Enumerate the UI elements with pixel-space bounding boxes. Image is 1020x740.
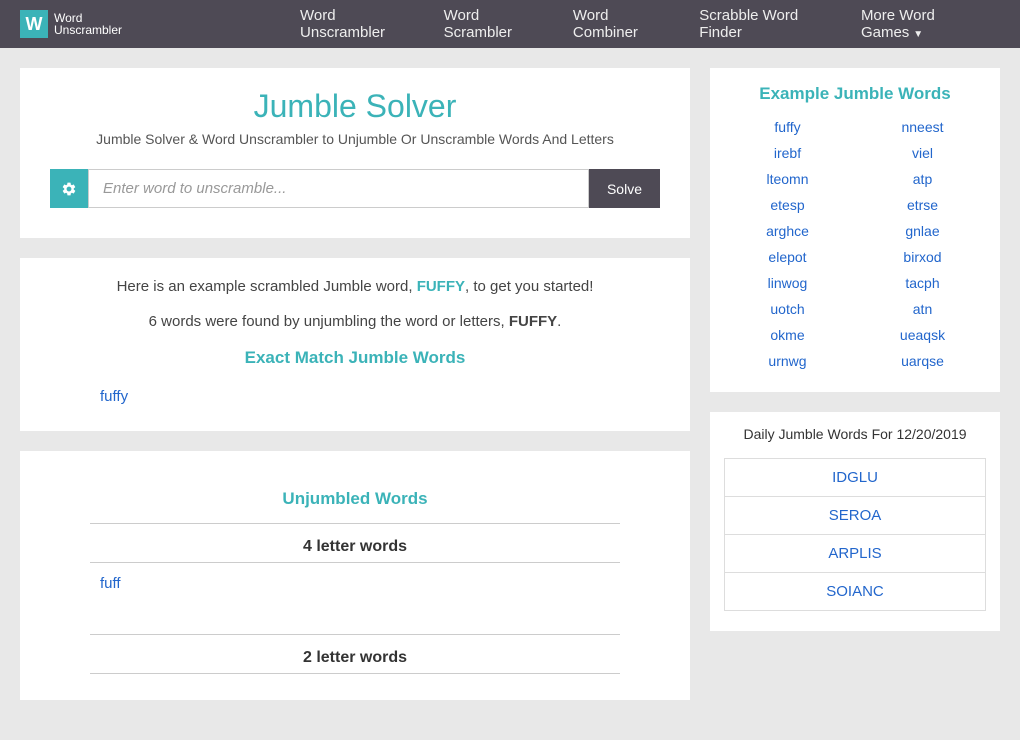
word-group-title: 2 letter words: [50, 649, 660, 667]
word-group-title: 4 letter words: [50, 538, 660, 556]
example-word[interactable]: okme: [724, 324, 851, 346]
example-word[interactable]: urnwg: [724, 350, 851, 372]
nav-item-4[interactable]: More Word Games▼: [843, 0, 1000, 55]
count-line: 6 words were found by unjumbling the wor…: [50, 313, 660, 330]
example-word[interactable]: nneest: [859, 116, 986, 138]
exact-match-title: Exact Match Jumble Words: [50, 348, 660, 368]
brand-logo[interactable]: W Word Unscrambler: [20, 10, 122, 38]
example-word[interactable]: uarqse: [859, 350, 986, 372]
nav-item-3[interactable]: Scrabble Word Finder: [681, 0, 843, 55]
word-link[interactable]: fuff: [50, 569, 660, 598]
settings-button[interactable]: [50, 169, 88, 208]
gear-icon: [61, 181, 77, 197]
nav-item-1[interactable]: Word Scrambler: [426, 0, 555, 55]
brand-text: Word Unscrambler: [54, 12, 122, 36]
example-word[interactable]: etrse: [859, 194, 986, 216]
daily-title: Daily Jumble Words For 12/20/2019: [724, 422, 986, 446]
divider: [90, 523, 620, 524]
example-word[interactable]: ueaqsk: [859, 324, 986, 346]
example-word[interactable]: elepot: [724, 246, 851, 268]
daily-panel: Daily Jumble Words For 12/20/2019 IDGLUS…: [710, 412, 1000, 631]
unscramble-input[interactable]: [88, 169, 589, 208]
navbar: W Word Unscrambler Word UnscramblerWord …: [0, 0, 1020, 48]
example-word[interactable]: fuffy: [724, 116, 851, 138]
example-word[interactable]: gnlae: [859, 220, 986, 242]
logo-icon: W: [20, 10, 48, 38]
example-word[interactable]: atp: [859, 168, 986, 190]
example-word[interactable]: irebf: [724, 142, 851, 164]
word-link[interactable]: fuffy: [50, 382, 660, 411]
divider: [90, 634, 620, 635]
example-word[interactable]: viel: [859, 142, 986, 164]
nav-item-0[interactable]: Word Unscrambler: [282, 0, 426, 55]
unjumbled-panel: Unjumbled Words 4 letter words fuff 2 lett…: [20, 451, 690, 700]
example-word[interactable]: atn: [859, 298, 986, 320]
page-subtitle: Jumble Solver & Word Unscrambler to Unju…: [50, 131, 660, 147]
example-word[interactable]: tacph: [859, 272, 986, 294]
solve-button[interactable]: Solve: [589, 169, 660, 208]
daily-word[interactable]: SEROA: [725, 497, 985, 535]
example-word[interactable]: arghce: [724, 220, 851, 242]
examples-grid: fuffynneestirebfviellteomnatpetespetrsea…: [724, 116, 986, 372]
daily-word[interactable]: IDGLU: [725, 459, 985, 497]
divider: [90, 562, 620, 563]
search-row: Solve: [50, 169, 660, 208]
examples-title: Example Jumble Words: [724, 84, 986, 104]
examples-panel: Example Jumble Words fuffy nneest irebf vie…: [710, 68, 1000, 392]
unjumbled-title: Unjumbled Words: [50, 489, 660, 509]
chevron-down-icon: ▼: [913, 29, 923, 40]
nav-items: Word UnscramblerWord ScramblerWord Combi…: [282, 0, 1000, 55]
example-word[interactable]: lteomn: [724, 168, 851, 190]
example-word[interactable]: linwog: [724, 272, 851, 294]
daily-word[interactable]: SOIANC: [725, 573, 985, 610]
example-word[interactable]: etesp: [724, 194, 851, 216]
divider: [90, 673, 620, 674]
example-word[interactable]: birxod: [859, 246, 986, 268]
example-word[interactable]: uotch: [724, 298, 851, 320]
intro-line: Here is an example scrambled Jumble word…: [50, 278, 660, 295]
hero-panel: Jumble Solver Jumble Solver & Word Unscr…: [20, 68, 690, 238]
daily-word[interactable]: ARPLIS: [725, 535, 985, 573]
nav-item-2[interactable]: Word Combiner: [555, 0, 681, 55]
daily-list: IDGLUSEROAARPLISSOIANC: [724, 458, 986, 611]
page-title: Jumble Solver: [50, 88, 660, 125]
results-panel: Here is an example scrambled Jumble word…: [20, 258, 690, 431]
